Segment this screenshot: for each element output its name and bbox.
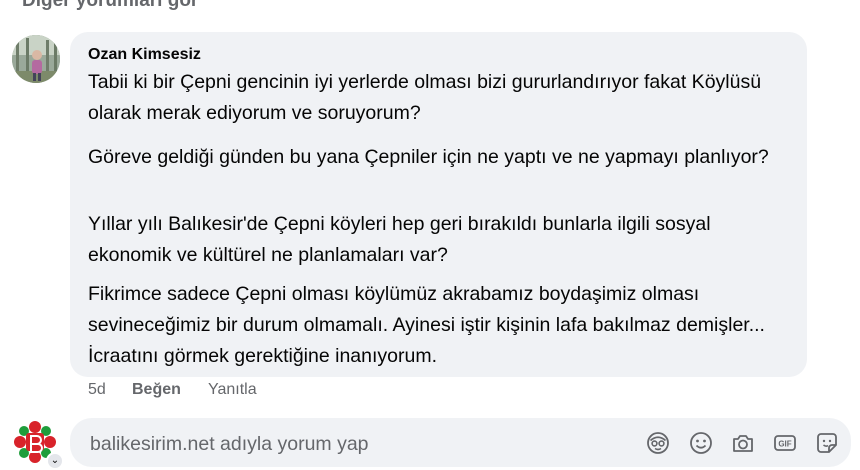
camera-icon[interactable] bbox=[731, 431, 755, 455]
see-more-comments-link[interactable]: Diğer yorumları gör bbox=[22, 0, 198, 12]
commenter-avatar[interactable] bbox=[12, 35, 60, 83]
comment-paragraph: Tabii ki bir Çepni gencinin iyi yerlerde… bbox=[88, 71, 762, 124]
chevron-down-icon[interactable]: ⌄ bbox=[46, 452, 64, 470]
reply-button[interactable]: Yanıtla bbox=[208, 381, 257, 399]
like-button[interactable]: Beğen bbox=[132, 381, 181, 399]
emoji-icon[interactable] bbox=[689, 431, 713, 455]
sticker-icon[interactable] bbox=[815, 431, 839, 455]
gif-icon[interactable]: GIF bbox=[773, 431, 797, 455]
avatar-sticker-icon[interactable] bbox=[646, 431, 670, 455]
svg-text:GIF: GIF bbox=[778, 440, 791, 449]
comment-input[interactable] bbox=[88, 430, 612, 458]
comment-author-name[interactable]: Ozan Kimsesiz bbox=[88, 46, 201, 64]
avatar-photo bbox=[12, 35, 60, 83]
comment-composer: GIF bbox=[70, 418, 851, 467]
comment-timestamp[interactable]: 5d bbox=[88, 381, 106, 399]
comment-bubble: Ozan Kimsesiz Tabii ki bir Çepni gencini… bbox=[70, 32, 807, 377]
comment-paragraph: Fikrimce sadece Çepni olması köylümüz ak… bbox=[88, 283, 765, 367]
comment-paragraph: Göreve geldiği günden bu yana Çepniler i… bbox=[88, 146, 769, 168]
comment-paragraph: Yıllar yılı Balıkesir'de Çepni köyleri h… bbox=[88, 213, 711, 266]
